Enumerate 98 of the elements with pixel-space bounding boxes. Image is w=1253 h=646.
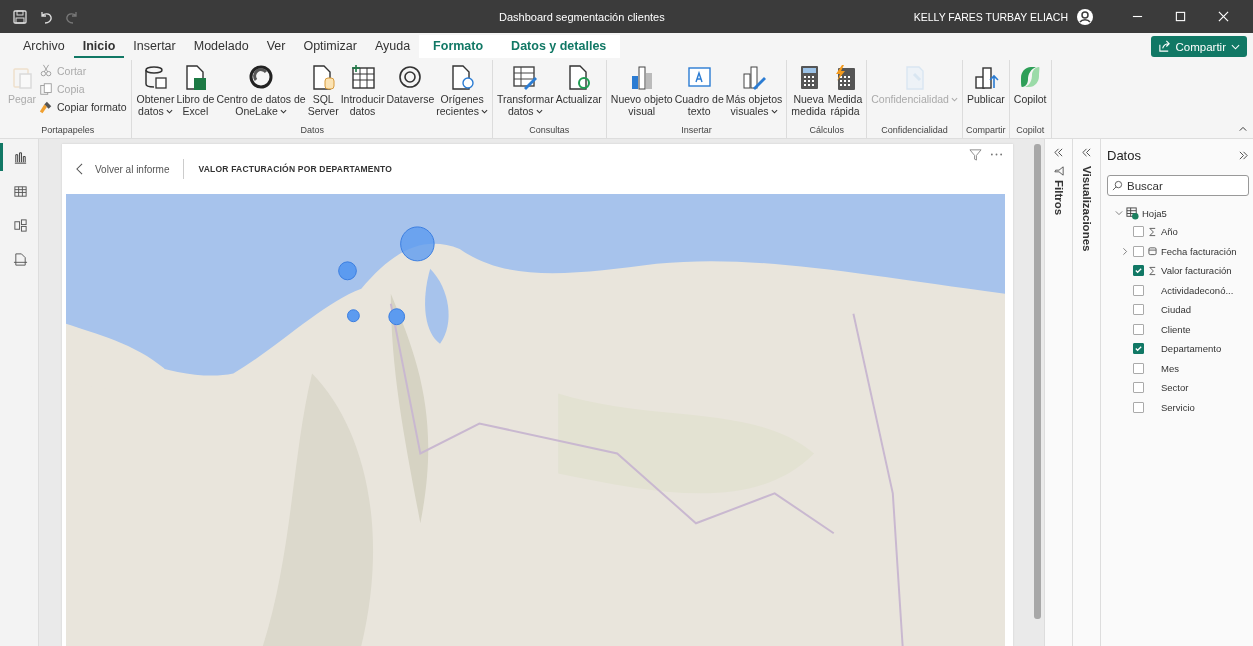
ribbon-tab[interactable]: Ayuda xyxy=(365,35,420,58)
checkbox[interactable] xyxy=(1133,401,1144,413)
scissors-icon xyxy=(39,64,54,78)
table-icon xyxy=(1126,206,1139,220)
database-icon xyxy=(142,64,169,90)
caret-icon xyxy=(1231,43,1240,50)
field-name[interactable]: Valor facturación xyxy=(1161,265,1232,277)
table-icon xyxy=(349,64,376,90)
checkbox[interactable] xyxy=(1133,323,1144,335)
copy-icon xyxy=(39,82,54,96)
ribbon-tab[interactable]: Ver xyxy=(257,35,295,58)
field-name[interactable]: Fecha facturación xyxy=(1161,245,1237,257)
field-name[interactable]: Año xyxy=(1161,226,1178,238)
group-label: Copilot xyxy=(1015,125,1046,137)
scrollbar[interactable] xyxy=(1033,144,1041,619)
field-name[interactable]: Actividadeconó... xyxy=(1161,284,1234,296)
field-name[interactable]: Sector xyxy=(1161,382,1189,394)
group-label: Insertar xyxy=(680,125,713,137)
ribbon-tab[interactable]: Insertar xyxy=(124,35,185,58)
ring-icon xyxy=(397,64,424,90)
sigma-icon xyxy=(1148,226,1157,237)
checkbox[interactable] xyxy=(1133,343,1144,355)
checkbox[interactable] xyxy=(1133,304,1144,316)
table-name[interactable]: Hoja5 xyxy=(1142,207,1167,219)
bar-chart-pencil-icon xyxy=(741,64,768,90)
avatar-icon[interactable] xyxy=(1076,7,1094,26)
close-icon[interactable] xyxy=(1218,11,1229,22)
ribbon-button[interactable]: Nuevo objeto visual xyxy=(609,62,674,119)
text-box-icon xyxy=(686,64,713,90)
checkbox[interactable] xyxy=(1133,362,1144,374)
checkbox[interactable] xyxy=(1133,226,1144,238)
clock-document-icon xyxy=(449,64,476,90)
pane-title[interactable]: Visualizaciones xyxy=(1080,166,1093,252)
ribbon-button[interactable]: Cuadro de texto xyxy=(673,62,725,119)
ribbon-button[interactable]: Orígenes recientes xyxy=(435,62,489,119)
group-label: Portapapeles xyxy=(40,125,96,137)
ribbon-button[interactable]: Copilot xyxy=(1012,62,1048,107)
ribbon-tab[interactable]: Inicio xyxy=(73,35,125,58)
back-link[interactable]: Volver al informe xyxy=(76,163,170,175)
ribbon-button[interactable]: Introducir datos xyxy=(339,62,386,119)
ribbon-button[interactable]: Centro de datos de OneLake xyxy=(215,62,307,119)
ribbon-tab[interactable]: Formato xyxy=(419,35,498,58)
ribbon-button[interactable]: Transformar datos xyxy=(495,62,555,119)
ribbon-tab[interactable]: Optimizar xyxy=(294,35,366,58)
ribbon-button[interactable]: Medida rápida xyxy=(826,62,864,119)
ribbon-button[interactable]: SQL Server xyxy=(306,62,340,119)
ribbon-tab[interactable]: Datos y detalles xyxy=(497,35,621,58)
field-name[interactable]: Departamento xyxy=(1161,343,1222,355)
group-label: Cálculos xyxy=(808,125,846,137)
checkbox[interactable] xyxy=(1133,245,1144,257)
ribbon-button[interactable]: Libro de Excel xyxy=(175,62,216,119)
expand-icon[interactable] xyxy=(1053,147,1064,158)
visual-title: VALOR FACTURACIÓN POR DEPARTAMENTO xyxy=(198,164,393,174)
chevron-icon[interactable] xyxy=(1115,209,1123,217)
group-label: Compartir xyxy=(965,125,1006,137)
field-name[interactable]: Cliente xyxy=(1161,323,1191,335)
search-icon xyxy=(1112,180,1123,191)
maximize-icon[interactable] xyxy=(1175,11,1186,22)
checkbox[interactable] xyxy=(1133,265,1144,277)
ribbon-button[interactable]: Obtener datos xyxy=(135,62,176,119)
share-icon xyxy=(1157,40,1171,53)
field-name[interactable]: Servicio xyxy=(1161,401,1195,413)
expand-icon[interactable] xyxy=(1081,147,1092,158)
collapse-icon[interactable] xyxy=(1239,126,1247,132)
ribbon-button[interactable]: Copiar formato xyxy=(37,98,129,116)
table-pencil-icon xyxy=(512,64,539,90)
group-label: Consultas xyxy=(528,125,571,137)
ribbon-tab[interactable]: Archivo xyxy=(14,35,74,58)
group-label: Confidencialidad xyxy=(880,125,949,137)
buildings-arrow-icon xyxy=(972,64,999,90)
pane-title[interactable]: Filtros xyxy=(1052,180,1065,216)
sigma-icon xyxy=(1148,265,1157,276)
chevron-icon[interactable] xyxy=(1121,246,1129,256)
collapse-icon[interactable] xyxy=(1238,149,1249,161)
field-name[interactable]: Mes xyxy=(1161,362,1179,374)
filter-icon[interactable] xyxy=(969,148,982,161)
calendar-icon xyxy=(1148,246,1157,257)
brush-icon xyxy=(39,100,54,114)
search-field[interactable]: Buscar xyxy=(1107,175,1249,196)
ribbon-button[interactable]: Actualizar xyxy=(554,62,603,107)
share-button[interactable]: Compartir xyxy=(1150,36,1247,57)
document-icon xyxy=(310,64,337,90)
field-name[interactable]: Ciudad xyxy=(1161,304,1192,316)
ribbon-button[interactable]: Nueva medida xyxy=(790,62,827,119)
checkbox[interactable] xyxy=(1133,284,1144,296)
user-name: KELLY FARES TURBAY ELIACH xyxy=(913,10,1068,23)
ribbon-button[interactable]: Publicar xyxy=(965,62,1006,107)
pane-title: Datos xyxy=(1107,147,1141,163)
group-label: Datos xyxy=(299,125,325,137)
checkbox[interactable] xyxy=(1133,382,1144,394)
ribbon-tab[interactable]: Modelado xyxy=(184,35,258,58)
ribbon-button[interactable]: Más objetos visuales xyxy=(724,62,784,119)
save-icon[interactable] xyxy=(12,8,28,25)
ring-icon xyxy=(248,64,275,90)
window-title: Dashboard segmentación clientes xyxy=(498,10,666,23)
filter-icon xyxy=(1053,166,1064,176)
chevron-icon xyxy=(76,163,83,175)
ribbon-button[interactable]: Dataverse xyxy=(385,62,436,107)
